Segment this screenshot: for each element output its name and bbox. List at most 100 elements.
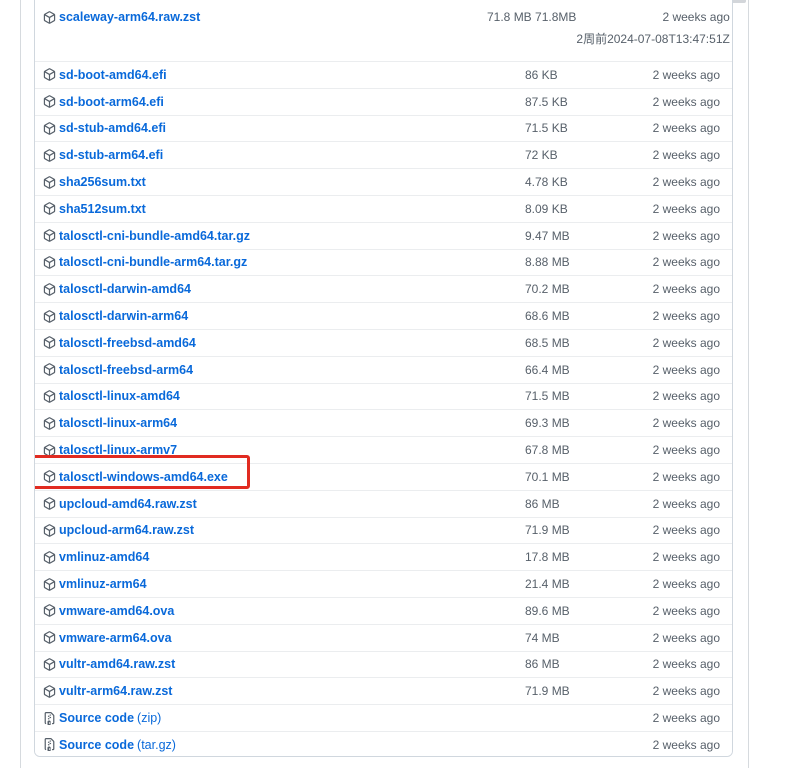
asset-download-link[interactable]: vmlinuz-amd64 [43, 548, 152, 566]
asset-name-cell: Source code (tar.gz) [35, 736, 525, 754]
asset-age-relative: 2 weeks ago [653, 227, 720, 245]
asset-download-link[interactable]: Source code (zip) [43, 709, 161, 727]
right-gutter-divider [748, 0, 749, 768]
asset-download-link[interactable]: talosctl-windows-amd64.exe [43, 468, 231, 486]
asset-download-link[interactable]: talosctl-darwin-amd64 [43, 280, 194, 298]
asset-download-link[interactable]: talosctl-darwin-arm64 [43, 307, 191, 325]
asset-name-cell: scaleway-arm64.raw.zst [35, 8, 525, 26]
asset-age: 2 weeks ago [653, 227, 732, 245]
package-icon [43, 149, 56, 162]
asset-row: talosctl-cni-bundle-arm64.tar.gz 8.88 MB… [35, 249, 732, 276]
release-assets-list: scaleway-arm64.raw.zst 71.8 MB 71.8MB 2 … [34, 0, 733, 757]
asset-size: 9.47 MB [525, 227, 653, 245]
asset-download-link[interactable]: talosctl-linux-arm64 [43, 414, 180, 432]
left-gutter-divider [20, 0, 21, 768]
asset-name-cell: talosctl-linux-armv7 [35, 441, 525, 459]
asset-age-relative: 2 weeks ago [653, 307, 720, 325]
asset-name-cell: sd-stub-arm64.efi [35, 146, 525, 164]
asset-download-link[interactable]: sd-boot-arm64.efi [43, 93, 167, 111]
asset-size: 74 MB [525, 629, 653, 647]
asset-name-cell: vmware-arm64.ova [35, 629, 525, 647]
asset-size: 86 MB [525, 655, 653, 673]
asset-age-relative: 2 weeks ago [653, 334, 720, 352]
asset-age: 2 weeks ago [653, 521, 732, 539]
asset-name-cell: sd-boot-amd64.efi [35, 66, 525, 84]
asset-download-link[interactable]: talosctl-linux-armv7 [43, 441, 180, 459]
asset-download-link[interactable]: talosctl-cni-bundle-arm64.tar.gz [43, 253, 250, 271]
asset-download-link[interactable]: vultr-arm64.raw.zst [43, 682, 175, 700]
asset-age-relative: 2 weeks ago [653, 682, 720, 700]
package-icon [43, 524, 56, 537]
asset-download-link[interactable]: sd-boot-amd64.efi [43, 66, 170, 84]
asset-download-link[interactable]: talosctl-freebsd-amd64 [43, 334, 199, 352]
package-icon [43, 578, 56, 591]
asset-age: 2 weeks ago [653, 655, 732, 673]
asset-download-link[interactable]: talosctl-cni-bundle-amd64.tar.gz [43, 227, 253, 245]
asset-row: upcloud-amd64.raw.zst 86 MB 2 weeks ago [35, 490, 732, 517]
package-icon [43, 256, 56, 269]
asset-download-link[interactable]: sha512sum.txt [43, 200, 149, 218]
asset-download-link[interactable]: vmware-amd64.ova [43, 602, 177, 620]
asset-age: 2 weeks ago [653, 173, 732, 191]
asset-download-link[interactable]: Source code (tar.gz) [43, 736, 176, 754]
package-icon [43, 310, 56, 323]
asset-size: 17.8 MB [525, 548, 653, 566]
asset-age-relative: 2 weeks ago [653, 200, 720, 218]
asset-size: 71.9 MB [525, 682, 653, 700]
asset-download-link[interactable]: sha256sum.txt [43, 173, 149, 191]
asset-age: 2 weeks ago [653, 280, 732, 298]
asset-name-cell: talosctl-darwin-amd64 [35, 280, 525, 298]
asset-age: 2 weeks ago [653, 361, 732, 379]
asset-row: vmware-arm64.ova 74 MB 2 weeks ago [35, 624, 732, 651]
asset-age-relative: 2 weeks ago [653, 280, 720, 298]
asset-download-link[interactable]: scaleway-arm64.raw.zst [43, 8, 203, 26]
asset-row: talosctl-freebsd-amd64 68.5 MB 2 weeks a… [35, 329, 732, 356]
asset-row: sd-stub-arm64.efi 72 KB 2 weeks ago [35, 141, 732, 168]
package-icon [43, 604, 56, 617]
asset-name-cell: upcloud-amd64.raw.zst [35, 495, 525, 513]
asset-age: 2 weeks ago [653, 93, 732, 111]
asset-download-link[interactable]: vmware-arm64.ova [43, 629, 175, 647]
asset-name-cell: vmware-amd64.ova [35, 602, 525, 620]
asset-age-relative: 2 weeks ago [653, 548, 720, 566]
package-icon [43, 551, 56, 564]
asset-name-cell: Source code (zip) [35, 709, 525, 727]
package-icon [43, 11, 56, 24]
asset-age: 2 weeks ago [653, 495, 732, 513]
asset-name-cell: sd-stub-amd64.efi [35, 119, 525, 137]
asset-name-cell: talosctl-windows-amd64.exe [35, 468, 525, 486]
asset-size: 69.3 MB [525, 414, 653, 432]
asset-size: 87.5 KB [525, 93, 653, 111]
asset-download-link[interactable]: sd-stub-amd64.efi [43, 119, 169, 137]
asset-download-link[interactable]: sd-stub-arm64.efi [43, 146, 166, 164]
asset-age: 2 weeks ago [653, 119, 732, 137]
asset-age: 2 weeks ago [653, 682, 732, 700]
package-icon [43, 631, 56, 644]
asset-size: 8.88 MB [525, 253, 653, 271]
asset-row: vultr-amd64.raw.zst 86 MB 2 weeks ago [35, 651, 732, 678]
asset-row: Source code (tar.gz) 2 weeks ago [35, 731, 732, 757]
asset-age-relative: 2 weeks ago [653, 521, 720, 539]
asset-download-link[interactable]: vultr-amd64.raw.zst [43, 655, 178, 673]
asset-age: 2 weeks ago [653, 334, 732, 352]
asset-size: 70.1 MB [525, 468, 653, 486]
asset-size: 66.4 MB [525, 361, 653, 379]
asset-download-link[interactable]: upcloud-arm64.raw.zst [43, 521, 197, 539]
asset-download-link[interactable]: vmlinuz-arm64 [43, 575, 150, 593]
asset-size: 8.09 KB [525, 200, 653, 218]
asset-row: vultr-arm64.raw.zst 71.9 MB 2 weeks ago [35, 677, 732, 704]
package-icon [43, 68, 56, 81]
package-icon [43, 390, 56, 403]
asset-download-link[interactable]: talosctl-linux-amd64 [43, 387, 183, 405]
asset-name-cell: talosctl-freebsd-arm64 [35, 361, 525, 379]
package-icon [43, 95, 56, 108]
asset-row: talosctl-windows-amd64.exe 70.1 MB 2 wee… [35, 463, 732, 490]
asset-age: 2 weeks ago [653, 66, 732, 84]
asset-download-link[interactable]: upcloud-amd64.raw.zst [43, 495, 200, 513]
asset-age-relative: 2 weeks ago [653, 119, 720, 137]
asset-name-cell: sha256sum.txt [35, 173, 525, 191]
asset-age: 2 weeks ago [653, 146, 732, 164]
file-zip-icon [43, 738, 56, 751]
asset-download-link[interactable]: talosctl-freebsd-arm64 [43, 361, 196, 379]
asset-name-cell: talosctl-cni-bundle-amd64.tar.gz [35, 227, 525, 245]
